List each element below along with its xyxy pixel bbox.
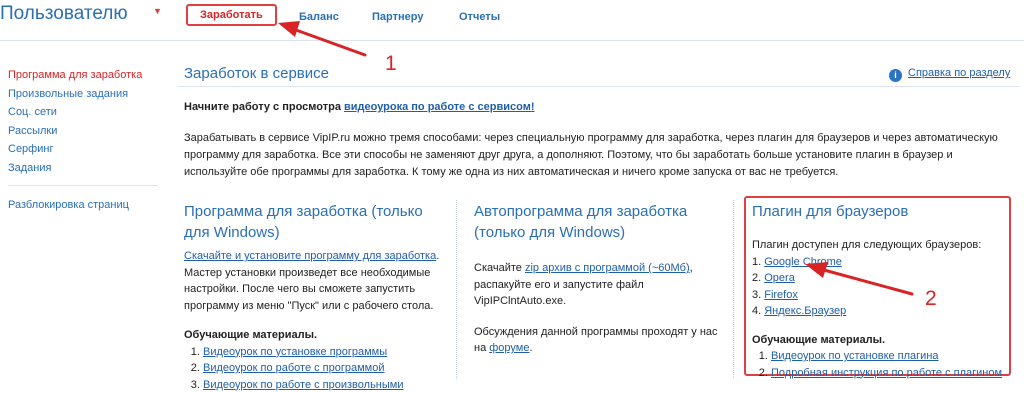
arrow-1	[278, 21, 365, 55]
annotation-marker-1: 1	[385, 52, 397, 76]
arrow-2	[805, 262, 912, 294]
annotation-arrows	[0, 0, 1024, 379]
annotation-marker-2: 2	[925, 287, 937, 311]
program-video-3-link[interactable]: Видеоурок по работе с произвольными	[203, 379, 404, 391]
